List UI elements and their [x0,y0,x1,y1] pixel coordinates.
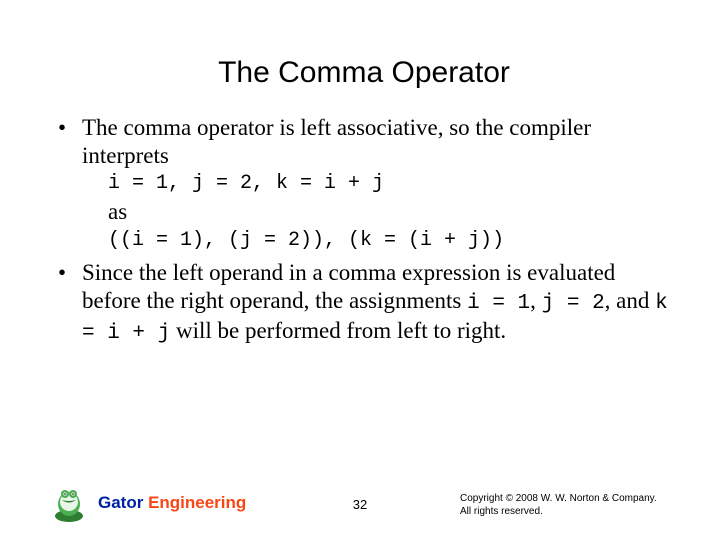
bullet-2-post: will be performed from left to right. [170,318,506,343]
bullet-1-text: The comma operator is left associative, … [82,115,591,168]
copyright-line-1: Copyright © 2008 W. W. Norton & Company. [460,493,690,506]
slide-body: The comma operator is left associative, … [56,114,672,346]
brand-text: Gator Engineering [98,493,246,513]
as-word: as [108,198,672,226]
brand-eng: Engineering [148,493,246,512]
bullet-1: The comma operator is left associative, … [56,114,672,253]
inline-code-2: j = 2 [542,292,605,315]
inline-code-1: i = 1 [467,292,530,315]
code-line-2: ((i = 1), (j = 2)), (k = (i + j)) [108,229,672,253]
page-number: 32 [353,497,367,512]
gator-icon [48,482,90,524]
slide: The Comma Operator The comma operator is… [0,0,720,540]
bullet-2: Since the left operand in a comma expres… [56,259,672,346]
copyright: Copyright © 2008 W. W. Norton & Company.… [460,493,690,518]
brand-block: Gator Engineering [48,482,246,524]
code-line-1: i = 1, j = 2, k = i + j [108,172,672,196]
copyright-line-2: All rights reserved. [460,506,690,519]
brand-gator: Gator [98,493,148,512]
bullet-list: The comma operator is left associative, … [56,114,672,346]
sep-1: , [530,288,542,313]
sep-2: , and [605,288,655,313]
slide-title: The Comma Operator [56,56,672,90]
